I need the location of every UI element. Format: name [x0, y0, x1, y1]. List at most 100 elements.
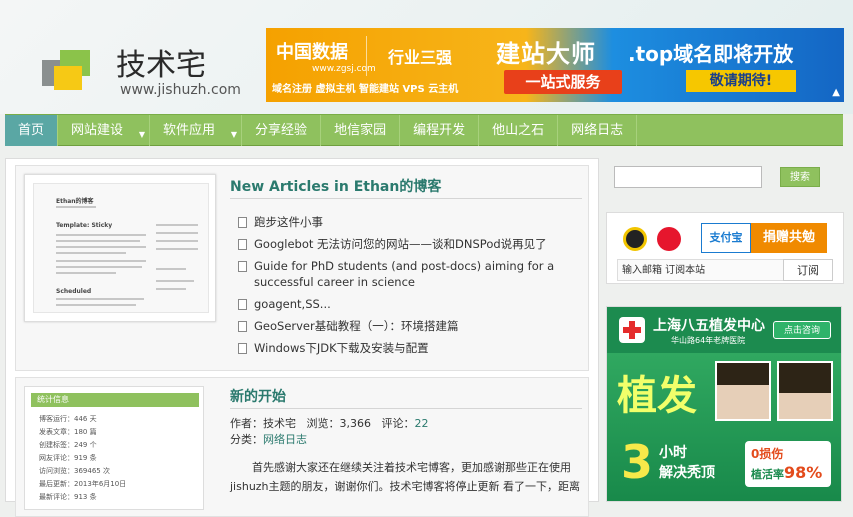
post-card: Ethan的博客 Template: Sticky Scheduled New …: [15, 165, 589, 371]
nav-item-label: 网络日志: [571, 123, 624, 138]
subscribe-email-field[interactable]: 输入邮箱 订阅本站: [617, 259, 787, 281]
nav-item-experience[interactable]: 分享经验: [242, 115, 322, 146]
article-list: 跑步这件小事 Googlebot 无法访问您的网站——谈和DNSPod说再见了 …: [238, 214, 586, 362]
ad-rate-label: 植活率: [751, 468, 784, 481]
post-excerpt: 首先感谢大家还在继续关注着技术宅博客，更加感谢那些正在使用jishuzh主题的朋…: [230, 461, 581, 493]
nav-item-label: 编程开发: [413, 123, 466, 138]
ad-consult-button[interactable]: 点击咨询: [773, 321, 831, 339]
header-banner-ad[interactable]: 中国数据 www.zgsj.com 行业三强 域名注册 虚拟主机 智能建站 VP…: [266, 28, 844, 102]
stats-row: 博客运行：446 天: [39, 415, 97, 423]
title-divider: [230, 408, 582, 409]
stats-row: 网友评论：919 条: [39, 454, 97, 462]
author-label: 作者：: [230, 417, 263, 430]
article-link[interactable]: Googlebot 无法访问您的网站——谈和DNSPod说再见了: [238, 236, 586, 252]
article-title: goagent,SS...: [254, 297, 331, 311]
document-icon: [238, 343, 247, 354]
ad-photo-after: [777, 361, 833, 421]
post-category[interactable]: 网络日志: [263, 433, 307, 446]
post-title[interactable]: New Articles in Ethan的博客: [230, 176, 441, 196]
views-label: 浏览：: [306, 417, 340, 430]
alipay-logo: 支付宝: [701, 223, 751, 253]
social-widget: 支付宝 捐赠共勉 输入邮箱 订阅本站 订阅: [606, 212, 844, 284]
donate-button[interactable]: 支付宝 捐赠共勉: [701, 223, 827, 253]
article-title: GeoServer基础教程（一）：环境搭建篇: [254, 319, 459, 333]
nav-item-label: 他山之石: [492, 123, 545, 138]
banner-one-stop: 一站式服务: [504, 70, 622, 94]
post-comments[interactable]: 22: [415, 417, 429, 430]
sidebar-ad[interactable]: 上海八五植发中心 华山路64年老牌医院 点击咨询 植发 3 小时 解决秃顶 0损伤…: [606, 306, 842, 502]
stats-row: 最后更新：2013年6月10日: [39, 480, 127, 488]
banner-slogan: 行业三强: [388, 48, 453, 67]
document-icon: [238, 239, 247, 250]
ad-org-sub: 华山路64年老牌医院: [671, 336, 746, 345]
nav-item-other[interactable]: 他山之石: [479, 115, 559, 146]
banner-top-domain: .top域名即将开放: [628, 42, 794, 66]
search-input[interactable]: [614, 166, 762, 188]
stats-thumbnail[interactable]: 统计信息 博客运行：446 天 发表文章：180 篇 创建标签：249 个 网友…: [24, 386, 204, 510]
stats-row: 创建标签：249 个: [39, 441, 97, 449]
ad-big-text: 植发: [617, 372, 697, 419]
comments-label: 评论：: [381, 417, 415, 430]
nav-item-home[interactable]: 首页: [5, 115, 59, 146]
thumb-title: Ethan的博客: [56, 198, 94, 205]
ad-photo-before: [715, 361, 771, 421]
post-views: 3,366: [339, 417, 372, 430]
nav-item-label: 网站建设: [71, 123, 124, 138]
thumbnail-screenshot: Ethan的博客 Template: Sticky Scheduled: [33, 183, 209, 313]
sidebar: 搜索 支付宝 捐赠共勉 输入邮箱 订阅本站 订阅 上海八五植发中心 华山路64年…: [606, 158, 844, 502]
subscribe-button[interactable]: 订阅: [783, 259, 833, 281]
stats-list: 博客运行：446 天 发表文章：180 篇 创建标签：249 个 网友评论：91…: [39, 413, 126, 504]
nav-item-label: 地信家园: [334, 123, 387, 138]
post-author[interactable]: 技术宅: [263, 417, 296, 430]
nav-item-label: 软件应用: [163, 123, 216, 138]
article-link[interactable]: goagent,SS...: [238, 296, 586, 312]
post-meta: 作者：技术宅 浏览：3,366 评论：22 分类：网络日志: [230, 416, 429, 448]
banner-headline: 建站大师: [496, 40, 596, 68]
thumb-section: Template: Sticky: [56, 222, 113, 229]
document-icon: [238, 299, 247, 310]
article-title: Googlebot 无法访问您的网站——谈和DNSPod说再见了: [254, 237, 547, 251]
ad-rate-box: 0损伤 植活率98%: [745, 441, 831, 487]
article-link[interactable]: 跑步这件小事: [238, 214, 586, 230]
nav-item-web-building[interactable]: 网站建设 ▼: [58, 115, 151, 146]
banner-divider: [366, 36, 367, 76]
dropdown-caret-icon: ▼: [230, 130, 238, 139]
stats-row: 访问浏览：369465 次: [39, 467, 110, 475]
post-title[interactable]: 新的开始: [230, 386, 286, 406]
logo-cubes-icon[interactable]: [40, 46, 102, 92]
ad-header: 上海八五植发中心 华山路64年老牌医院 点击咨询: [607, 307, 841, 353]
category-label: 分类：: [230, 433, 263, 446]
nav-item-label: 分享经验: [255, 123, 308, 138]
hospital-cross-icon: [619, 317, 645, 343]
ad-org: 上海八五植发中心: [653, 318, 765, 334]
site-logo-text[interactable]: 技术宅: [116, 40, 206, 84]
article-title: 跑步这件小事: [254, 215, 323, 229]
search-button[interactable]: 搜索: [780, 167, 820, 187]
post-thumbnail[interactable]: Ethan的博客 Template: Sticky Scheduled: [24, 174, 216, 322]
article-link[interactable]: Windows下JDK下载及安装与配置: [238, 340, 586, 356]
nav-item-gis[interactable]: 地信家园: [321, 115, 401, 146]
site-logo-url[interactable]: www.jishuzh.com: [120, 82, 241, 98]
document-icon: [238, 321, 247, 332]
article-title: Guide for PhD students (and post-docs) a…: [254, 259, 555, 289]
article-title: Windows下JDK下载及安装与配置: [254, 341, 429, 355]
article-link[interactable]: Guide for PhD students (and post-docs) a…: [238, 258, 586, 290]
nav-item-programming[interactable]: 编程开发: [400, 115, 480, 146]
ad-hours: 小时 解决秃顶: [659, 445, 715, 481]
article-link[interactable]: GeoServer基础教程（一）：环境搭建篇: [238, 318, 586, 334]
ad-body: 植发 3 小时 解决秃顶 0损伤 植活率98%: [607, 353, 841, 501]
stats-row: 发表文章：180 篇: [39, 428, 97, 436]
document-icon: [238, 261, 247, 272]
nav-item-log[interactable]: 网络日志: [558, 115, 638, 146]
title-divider: [230, 198, 582, 199]
post-card: 统计信息 博客运行：446 天 发表文章：180 篇 创建标签：249 个 网友…: [15, 377, 589, 517]
qq-icon[interactable]: [623, 227, 647, 251]
site-header: 技术宅 www.jishuzh.com 中国数据 www.zgsj.com 行业…: [0, 0, 853, 114]
nav-item-software[interactable]: 软件应用 ▼: [150, 115, 243, 146]
banner-coming-soon: 敬请期待!: [686, 70, 796, 92]
stats-row: 最新评论：913 条: [39, 493, 97, 501]
main-nav: 首页 网站建设 ▼ 软件应用 ▼ 分享经验 地信家园 编程开发 他山之石 网络日志: [5, 114, 843, 146]
document-icon: [238, 217, 247, 228]
ad-rate-a: 0损伤: [751, 447, 784, 461]
weibo-icon[interactable]: [657, 227, 681, 251]
